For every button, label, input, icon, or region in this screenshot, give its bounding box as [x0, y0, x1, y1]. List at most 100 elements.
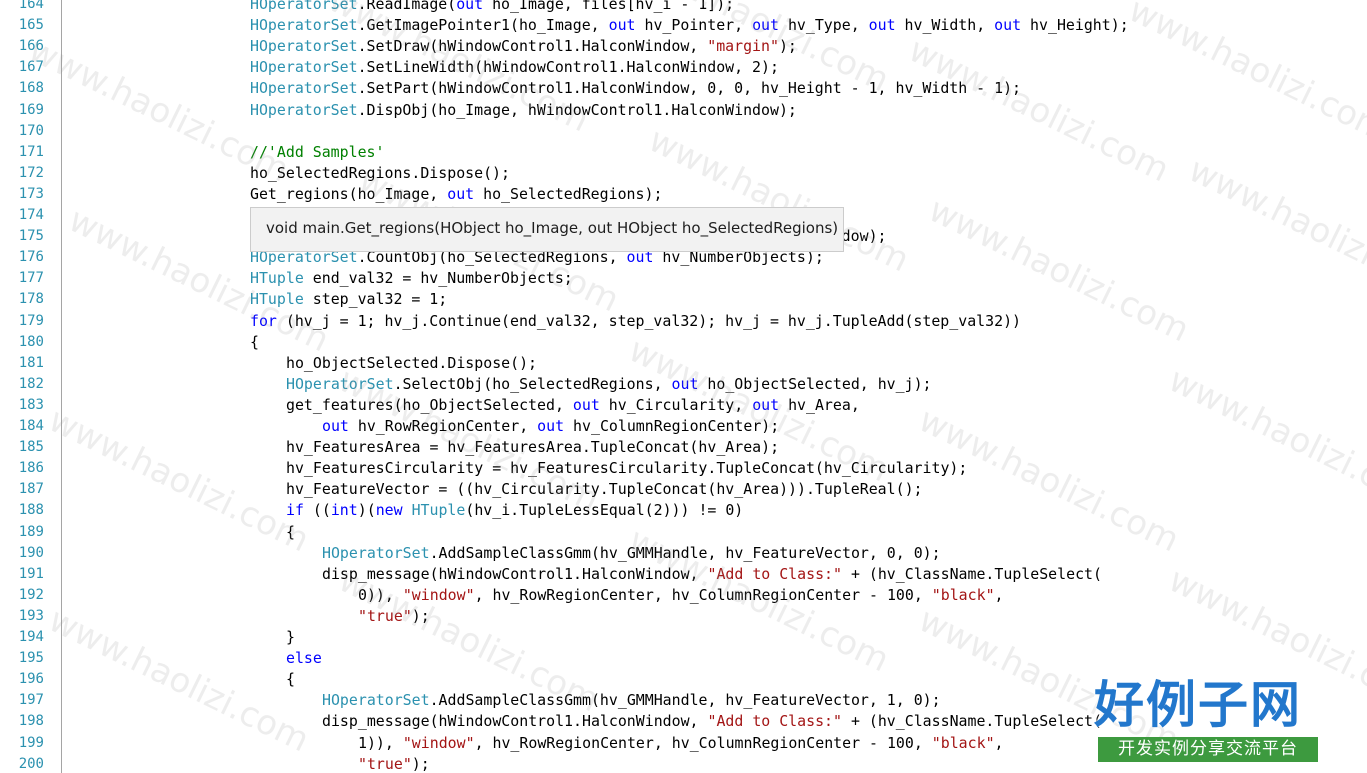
- tooltip-signature: void main.Get_regions(HObject ho_Image, …: [266, 219, 839, 237]
- code-line[interactable]: 172 ho_SelectedRegions.Dispose();: [0, 163, 1367, 184]
- code-token: .SelectObj(ho_SelectedRegions,: [393, 374, 672, 393]
- line-source: //'Add Samples': [250, 142, 384, 163]
- line-source: "true");: [358, 606, 430, 627]
- line-number: 179: [18, 312, 44, 329]
- code-token: 0)),: [358, 585, 403, 604]
- code-token: out: [752, 395, 780, 414]
- code-line[interactable]: 185 hv_FeaturesArea = hv_FeaturesArea.Tup…: [0, 437, 1367, 458]
- code-line[interactable]: 195 else: [0, 648, 1367, 669]
- line-source: HOperatorSet.ReadImage(out ho_Image, fil…: [250, 0, 734, 15]
- code-line[interactable]: 187 hv_FeatureVector = ((hv_Circularity.T…: [0, 479, 1367, 500]
- line-number: 173: [18, 185, 44, 202]
- code-token: ho_ObjectSelected, hv_j);: [698, 374, 932, 393]
- code-token: , hv_RowRegionCenter, hv_ColumnRegionCen…: [474, 733, 932, 752]
- site-logo: 好例子网 开发实例分享交流平台: [1094, 676, 1322, 766]
- code-token: HOperatorSet: [250, 58, 358, 77]
- code-token: , hv_RowRegionCenter, hv_ColumnRegionCen…: [474, 585, 932, 604]
- code-token: HOperatorSet: [250, 79, 358, 98]
- code-line[interactable]: 165 HOperatorSet.GetImagePointer1(ho_Imag…: [0, 15, 1367, 36]
- code-token: .AddSampleClassGmm(hv_GMMHandle, hv_Feat…: [429, 543, 941, 562]
- code-line[interactable]: 170: [0, 121, 1367, 142]
- code-token: get_features(ho_ObjectSelected,: [286, 395, 573, 414]
- code-line[interactable]: 171 //'Add Samples': [0, 142, 1367, 163]
- code-token: out: [671, 374, 699, 393]
- code-line[interactable]: 190 HOperatorSet.AddSampleClassGmm(hv_GMM…: [0, 543, 1367, 564]
- code-area[interactable]: 164 HOperatorSet.ReadImage(out ho_Image, …: [0, 0, 1367, 773]
- code-token: .GetImagePointer1(ho_Image,: [357, 16, 609, 35]
- code-token: out: [868, 16, 896, 35]
- code-line[interactable]: 181 ho_ObjectSelected.Dispose();: [0, 353, 1367, 374]
- code-line[interactable]: 189 {: [0, 522, 1367, 543]
- line-source: hv_FeaturesCircularity = hv_FeaturesCirc…: [286, 458, 967, 479]
- code-line[interactable]: 182 HOperatorSet.SelectObj(ho_SelectedReg…: [0, 374, 1367, 395]
- code-line[interactable]: 191 disp_message(hWindowControl1.HalconWi…: [0, 564, 1367, 585]
- code-line[interactable]: 178 HTuple step_val32 = 1;: [0, 289, 1367, 310]
- code-token: out: [456, 0, 484, 13]
- code-token: HTuple: [411, 501, 466, 520]
- code-editor[interactable]: 164 HOperatorSet.ReadImage(out ho_Image, …: [0, 0, 1367, 773]
- code-line[interactable]: 177 HTuple end_val32 = hv_NumberObjects;: [0, 268, 1367, 289]
- line-source: HOperatorSet.SetLineWidth(hWindowControl…: [250, 57, 779, 78]
- code-line[interactable]: 179 for (hv_j = 1; hv_j.Continue(end_val3…: [0, 311, 1367, 332]
- code-line[interactable]: 169 HOperatorSet.DispObj(ho_Image, hWindo…: [0, 100, 1367, 121]
- line-number: 176: [18, 249, 44, 266]
- line-source: {: [286, 669, 295, 690]
- line-source: HOperatorSet.AddSampleClassGmm(hv_GMMHan…: [322, 543, 941, 564]
- code-token: hv_Height);: [1021, 16, 1129, 35]
- code-line[interactable]: 180 {: [0, 332, 1367, 353]
- line-source: get_features(ho_ObjectSelected, out hv_C…: [286, 395, 860, 416]
- code-token: new: [375, 501, 403, 520]
- code-line[interactable]: 184 out hv_RowRegionCenter, out hv_Column…: [0, 416, 1367, 437]
- code-line[interactable]: 194}: [0, 627, 1367, 648]
- code-token: hv_Circularity,: [599, 395, 753, 414]
- line-number: 182: [18, 375, 44, 392]
- code-token: out: [752, 16, 779, 35]
- line-source: Get_regions(ho_Image, out ho_SelectedReg…: [250, 184, 662, 205]
- line-number: 200: [18, 755, 44, 772]
- line-number: 183: [18, 396, 44, 413]
- line-source: {: [250, 332, 259, 353]
- line-number: 172: [18, 164, 44, 181]
- code-token: int: [330, 501, 358, 520]
- line-number: 164: [18, 0, 44, 12]
- code-token: Get_regions(ho_Image,: [250, 184, 448, 203]
- logo-subtitle: 开发实例分享交流平台: [1098, 737, 1318, 762]
- line-number: 174: [18, 207, 44, 223]
- code-token: HTuple: [250, 269, 304, 288]
- code-token: );: [411, 754, 430, 773]
- line-source: for (hv_j = 1; hv_j.Continue(end_val32, …: [250, 311, 1021, 332]
- code-token: out: [572, 395, 600, 414]
- code-line[interactable]: 188 if ((int)(new HTuple(hv_i.TupleLessEq…: [0, 500, 1367, 521]
- code-token: 1)),: [358, 733, 403, 752]
- line-number: 185: [18, 439, 44, 456]
- line-number: 180: [18, 333, 44, 350]
- code-token: hv_FeatureVector = ((hv_Circularity.Tupl…: [286, 480, 923, 499]
- code-token: .ReadImage(: [357, 0, 457, 13]
- code-token: "margin": [707, 37, 779, 56]
- code-line[interactable]: 167 HOperatorSet.SetLineWidth(hWindowCont…: [0, 57, 1367, 78]
- code-line[interactable]: 192 0)), "window", hv_RowRegionCenter, hv…: [0, 585, 1367, 606]
- code-token: "window": [402, 585, 475, 604]
- code-line[interactable]: 193 "true");: [0, 606, 1367, 627]
- code-token: .SetPart(hWindowControl1.HalconWindow, 0…: [357, 79, 1021, 98]
- line-source: ho_ObjectSelected.Dispose();: [286, 353, 537, 374]
- line-number: 171: [18, 143, 44, 160]
- code-token: );: [778, 37, 797, 56]
- code-token: hv_Type,: [778, 16, 869, 35]
- line-number: 184: [18, 418, 44, 434]
- code-line[interactable]: 164 HOperatorSet.ReadImage(out ho_Image, …: [0, 0, 1367, 15]
- code-token: hv_RowRegionCenter,: [348, 417, 538, 435]
- line-source: "true");: [358, 754, 430, 773]
- line-source: HTuple step_val32 = 1;: [250, 289, 447, 310]
- code-token: + (hv_ClassName.TupleSelect(: [841, 712, 1102, 731]
- line-source: else: [286, 648, 322, 669]
- code-line[interactable]: 183 get_features(ho_ObjectSelected, out h…: [0, 395, 1367, 416]
- code-line[interactable]: 166 HOperatorSet.SetDraw(hWindowControl1.…: [0, 36, 1367, 57]
- line-number: 194: [18, 629, 44, 645]
- code-token: "black": [931, 733, 995, 752]
- line-source: if ((int)(new HTuple(hv_i.TupleLessEqual…: [286, 500, 743, 521]
- code-line[interactable]: 173 Get_regions(ho_Image, out ho_Selected…: [0, 184, 1367, 205]
- code-line[interactable]: 186 hv_FeaturesCircularity = hv_FeaturesC…: [0, 458, 1367, 479]
- code-line[interactable]: 168 HOperatorSet.SetPart(hWindowControl1.…: [0, 78, 1367, 99]
- line-number: 193: [18, 607, 44, 624]
